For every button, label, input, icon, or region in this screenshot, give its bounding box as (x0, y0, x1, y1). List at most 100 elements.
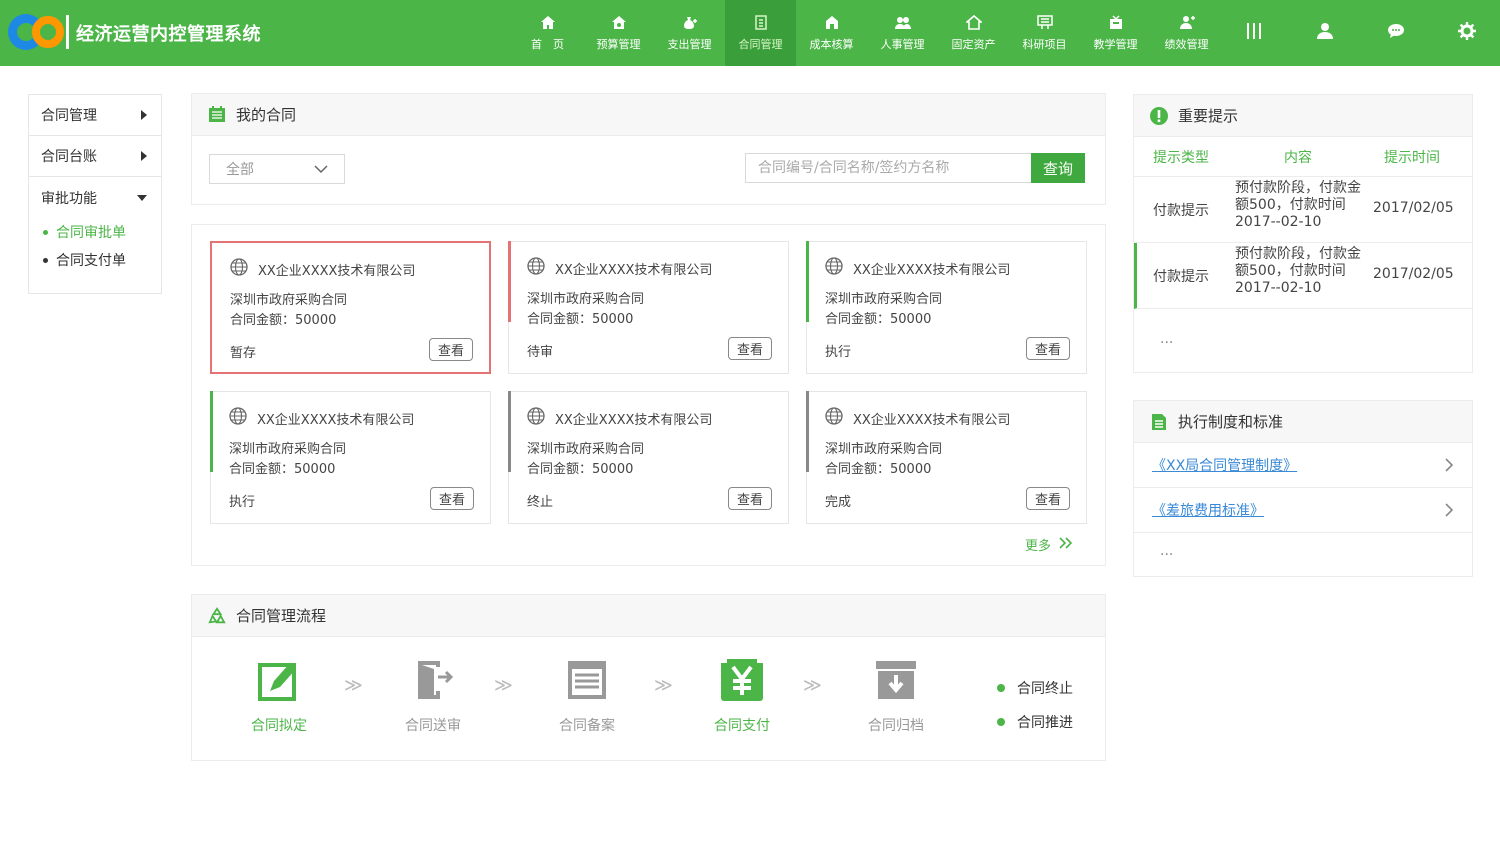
home-icon (539, 14, 557, 30)
bars-icon (1245, 22, 1263, 44)
contract-search-input[interactable] (745, 153, 1032, 183)
nav-teaching[interactable]: 教学管理 (1080, 0, 1151, 66)
gear-icon (1457, 22, 1476, 44)
door-exit-icon (410, 657, 456, 703)
card-contract-name: 深圳市政府采购合同 (229, 442, 347, 457)
view-button[interactable]: 查看 (1026, 337, 1070, 360)
archive-list-icon (564, 657, 610, 703)
search-button[interactable]: 查询 (1031, 153, 1085, 183)
panel-header: 合同管理流程 (192, 595, 1105, 637)
card-company: XX企业XXXX技术有限公司 (853, 412, 1011, 428)
card-contract-name: 深圳市政府采购合同 (230, 293, 348, 308)
header-actions (1218, 0, 1500, 66)
view-button[interactable]: 查看 (728, 337, 772, 360)
nav-expense[interactable]: 支出管理 (654, 0, 725, 66)
view-button[interactable]: 查看 (1026, 487, 1070, 510)
rule-link-travel-standard[interactable]: 《差旅费用标准》 (1134, 488, 1472, 533)
nav-home[interactable]: 首 页 (512, 0, 583, 66)
rules-standards-panel: 执行制度和标准 《XX局合同管理制度》 《差旅费用标准》 ... (1133, 400, 1473, 577)
flow-step-draft[interactable]: 合同拟定 (234, 657, 324, 735)
asset-icon (965, 14, 983, 30)
contract-card[interactable]: XX企业XXXX技术有限公司 深圳市政府采购合同 合同金额：50000 待审 查… (508, 241, 789, 374)
user-button[interactable] (1289, 0, 1360, 66)
nav-label: 教学管理 (1093, 38, 1138, 51)
sidebar: 合同管理 合同台账 审批功能 合同审批单 合同支付单 (28, 94, 162, 294)
nav-performance[interactable]: 绩效管理 (1151, 0, 1222, 66)
flow-step-label: 合同备案 (559, 718, 615, 734)
more-ellipsis[interactable]: ... (1160, 543, 1173, 559)
my-contracts-panel: 我的合同 全部 查询 (191, 93, 1106, 205)
status-bar (508, 241, 511, 322)
col-header: 提示类型 (1153, 149, 1209, 166)
contract-card[interactable]: XX企业XXXX技术有限公司 深圳市政府采购合同 合同金额：50000 执行 查… (210, 391, 491, 524)
message-button[interactable] (1360, 0, 1431, 66)
status-filter-select[interactable]: 全部 (209, 154, 345, 184)
yuan-payment-icon (719, 657, 765, 703)
sidebar-item-contract-ledger[interactable]: 合同台账 (29, 136, 161, 177)
legend-label: 合同终止 (1017, 681, 1073, 697)
status-bar (508, 391, 511, 472)
nav-contract[interactable]: 合同管理 (725, 0, 796, 66)
edit-document-icon (256, 657, 302, 703)
more-ellipsis[interactable]: ... (1160, 331, 1173, 347)
rule-label: 《XX局合同管理制度》 (1152, 458, 1298, 474)
calendar-icon (208, 106, 226, 124)
sidebar-sub-approval-form[interactable]: 合同审批单 (29, 218, 161, 246)
sidebar-item-contract-mgmt[interactable]: 合同管理 (29, 95, 161, 136)
table-row[interactable]: 付款提示 预付款阶段，付款金额500，付款时间2017--02-10 2017/… (1134, 243, 1472, 309)
flow-step-payment[interactable]: 合同支付 (697, 657, 787, 735)
caret-down-icon (137, 195, 147, 201)
card-amount: 合同金额：50000 (825, 312, 932, 327)
chevron-down-icon (314, 162, 328, 180)
card-company: XX企业XXXX技术有限公司 (555, 262, 713, 278)
nav-hr[interactable]: 人事管理 (867, 0, 938, 66)
rule-link-contract-policy[interactable]: 《XX局合同管理制度》 (1134, 443, 1472, 488)
view-button[interactable]: 查看 (728, 487, 772, 510)
teaching-icon (1107, 14, 1125, 30)
flow-step-archive[interactable]: 合同归档 (851, 657, 941, 735)
flow-step-record[interactable]: 合同备案 (542, 657, 632, 735)
legend-item: 合同推进 (997, 705, 1073, 739)
globe-icon (527, 257, 545, 279)
double-chevron-right-icon: ≫ (654, 675, 673, 696)
nav-label: 固定资产 (951, 38, 996, 51)
user-icon (1316, 22, 1334, 44)
more-link[interactable]: 更多 (1025, 535, 1073, 554)
table-row[interactable]: 付款提示 预付款阶段，付款金额500，付款时间2017--02-10 2017/… (1134, 177, 1472, 243)
menu-button[interactable] (1218, 0, 1289, 66)
globe-icon (825, 257, 843, 279)
nav-cost[interactable]: 成本核算 (796, 0, 867, 66)
contract-card[interactable]: XX企业XXXX技术有限公司 深圳市政府采购合同 合同金额：50000 暂存 查… (210, 241, 491, 374)
logo-divider (66, 15, 69, 49)
view-button[interactable]: 查看 (429, 338, 473, 361)
research-icon (1036, 14, 1054, 30)
settings-button[interactable] (1431, 0, 1500, 66)
nav-research[interactable]: 科研项目 (1009, 0, 1080, 66)
card-status: 完成 (825, 495, 852, 510)
cost-icon (823, 14, 841, 30)
view-button[interactable]: 查看 (430, 487, 474, 510)
card-company: XX企业XXXX技术有限公司 (555, 412, 713, 428)
flow-step-review[interactable]: 合同送审 (388, 657, 478, 735)
bullet-icon (43, 257, 48, 263)
panel-header: 执行制度和标准 (1134, 401, 1472, 443)
contract-card[interactable]: XX企业XXXX技术有限公司 深圳市政府采购合同 合同金额：50000 终止 查… (508, 391, 789, 524)
flow-step-label: 合同支付 (714, 718, 770, 734)
contract-card[interactable]: XX企业XXXX技术有限公司 深圳市政府采购合同 合同金额：50000 完成 查… (806, 391, 1087, 524)
chat-icon (1387, 23, 1405, 43)
sidebar-sub-payment-form[interactable]: 合同支付单 (29, 246, 161, 274)
nav-asset[interactable]: 固定资产 (938, 0, 1009, 66)
nav-label: 人事管理 (880, 38, 925, 51)
double-chevron-right-icon (1059, 536, 1073, 553)
contract-card[interactable]: XX企业XXXX技术有限公司 深圳市政府采购合同 合同金额：50000 执行 查… (806, 241, 1087, 374)
contract-cards-panel: XX企业XXXX技术有限公司 深圳市政府采购合同 合同金额：50000 暂存 查… (191, 224, 1106, 566)
card-company: XX企业XXXX技术有限公司 (257, 412, 415, 428)
sidebar-item-label: 合同管理 (41, 108, 97, 124)
tip-time: 2017/02/05 (1373, 200, 1454, 216)
globe-icon (527, 407, 545, 429)
sidebar-item-approval[interactable]: 审批功能 (29, 177, 161, 218)
card-status: 待审 (527, 345, 554, 360)
nav-budget[interactable]: 预算管理 (583, 0, 654, 66)
flow-step-label: 合同拟定 (251, 718, 307, 734)
status-bar (210, 391, 213, 472)
